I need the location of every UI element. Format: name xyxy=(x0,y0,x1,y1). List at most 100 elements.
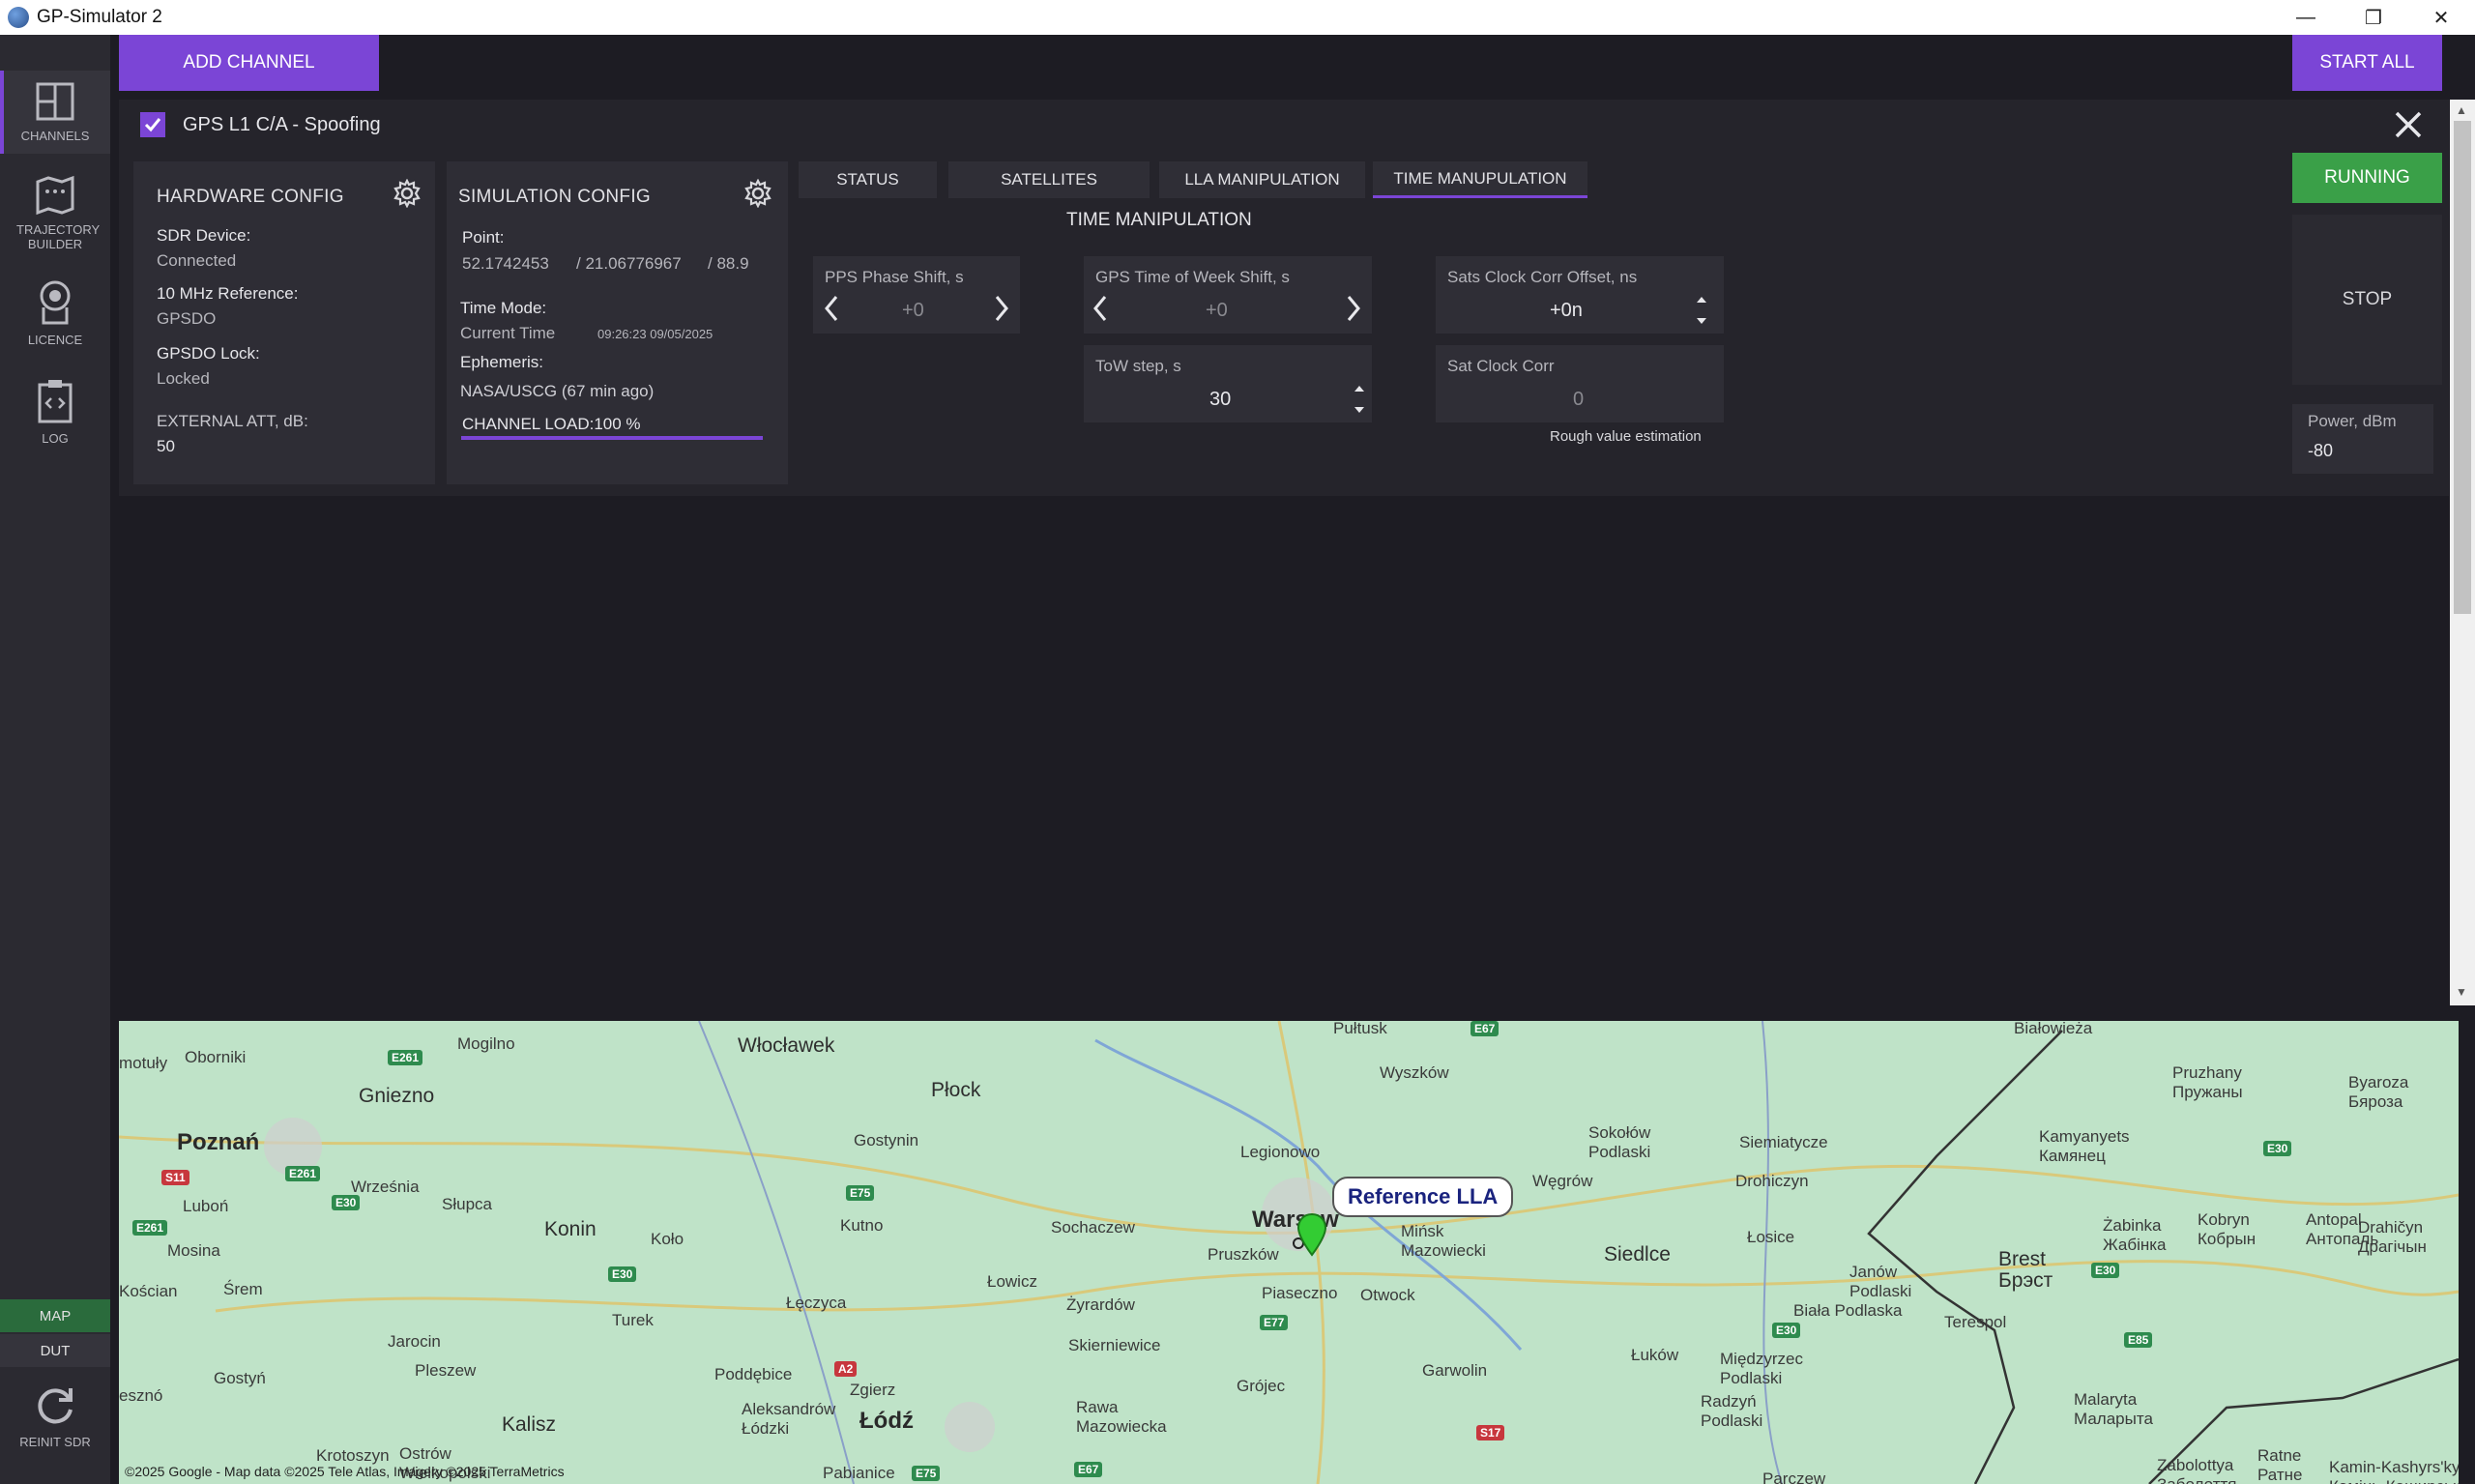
ephemeris-label: Ephemeris: xyxy=(460,353,543,371)
map-city-label: Słupca xyxy=(442,1195,492,1213)
channel-load-label: CHANNEL LOAD:100 % xyxy=(462,415,641,433)
map-city-label: Kutno xyxy=(840,1216,884,1235)
map-road-shield: E261 xyxy=(285,1166,321,1181)
tab-status[interactable]: STATUS xyxy=(799,161,937,198)
map-city-label: esznó xyxy=(119,1386,163,1405)
gear-icon[interactable] xyxy=(393,179,422,208)
map-city-label: Koło xyxy=(651,1230,684,1248)
map-road-shield: E261 xyxy=(132,1220,168,1236)
map-road-shield: S11 xyxy=(161,1170,189,1185)
sat-clock-corr-label: Sat Clock Corr xyxy=(1447,357,1555,375)
spinner-arrows-icon[interactable] xyxy=(1695,291,1708,330)
map-city-label: Brest Брэст xyxy=(1998,1248,2053,1292)
map-city-label: Sochaczew xyxy=(1051,1218,1135,1237)
sidebar-item-channels[interactable]: CHANNELS xyxy=(0,71,110,154)
reference-marker-icon[interactable] xyxy=(1289,1210,1331,1268)
add-channel-button[interactable]: ADD CHANNEL xyxy=(119,35,379,91)
map-city-label: Łowicz xyxy=(987,1272,1037,1291)
checkmark-icon xyxy=(144,118,161,132)
map-city-label: Pabianice xyxy=(823,1464,895,1482)
vertical-scrollbar[interactable]: ▲ ▼ xyxy=(2450,100,2475,1005)
map-toggle-button[interactable]: MAP xyxy=(0,1299,110,1332)
map-road-shield: E261 xyxy=(388,1050,423,1065)
sat-clock-corr-field: Sat Clock Corr 0 xyxy=(1436,345,1724,422)
map-road-shield: E30 xyxy=(2263,1141,2292,1156)
spinner-arrows-icon[interactable] xyxy=(1353,380,1366,419)
window-controls: — ❐ ✕ xyxy=(2272,0,2475,35)
tow-step-value[interactable]: 30 xyxy=(1209,389,1231,411)
map-view[interactable]: Poznań Warsaw Łódź Konin Płock Siedlce B… xyxy=(119,1021,2459,1484)
sidebar-item-log[interactable]: LOG xyxy=(0,375,110,481)
sats-clock-offset-value[interactable]: +0n xyxy=(1550,300,1583,322)
map-road-shield: E67 xyxy=(1074,1462,1103,1477)
tab-time-manipulation[interactable]: TIME MANUPULATION xyxy=(1373,161,1587,198)
map-city-label: motuły xyxy=(119,1054,168,1072)
time-mode-label: Time Mode: xyxy=(460,299,547,317)
dut-toggle-button[interactable]: DUT xyxy=(0,1334,110,1367)
hardware-config-title: HARDWARE CONFIG xyxy=(157,187,344,207)
map-city-label: Kobryn Кобрын xyxy=(2198,1210,2257,1248)
close-window-button[interactable]: ✕ xyxy=(2407,0,2475,35)
map-road-shield: E30 xyxy=(332,1195,361,1210)
reinit-sdr-button[interactable]: REINIT SDR xyxy=(0,1379,110,1475)
pps-phase-shift-field: PPS Phase Shift, s +0 xyxy=(813,256,1020,334)
channel-load-track xyxy=(461,436,763,440)
channel-enable-checkbox[interactable] xyxy=(140,112,165,137)
map-city-label: Poddębice xyxy=(714,1365,793,1383)
map-city-label: Siedlce xyxy=(1604,1243,1671,1266)
map-city-label: Skierniewice xyxy=(1068,1336,1161,1354)
gps-tow-shift-value[interactable]: +0 xyxy=(1206,300,1228,322)
tab-lla-manipulation[interactable]: LLA MANIPULATION xyxy=(1159,161,1365,198)
power-value[interactable]: -80 xyxy=(2308,441,2333,461)
map-city-label: Łęczyca xyxy=(786,1294,847,1312)
sidebar-item-label: LICENCE xyxy=(27,333,83,347)
sidebar-item-licence[interactable]: LICENCE xyxy=(0,276,110,383)
map-city-label: Łuków xyxy=(1631,1346,1679,1364)
gpsdo-lock-value: Locked xyxy=(157,369,210,388)
scroll-down-icon[interactable]: ▼ xyxy=(2456,985,2467,999)
scroll-thumb[interactable] xyxy=(2454,121,2471,614)
simulation-config-title: SIMULATION CONFIG xyxy=(458,187,651,207)
map-city-label: Gostynin xyxy=(854,1131,919,1149)
gear-icon[interactable] xyxy=(743,179,772,208)
chevron-right-icon[interactable] xyxy=(1343,293,1364,324)
badge-icon xyxy=(40,280,71,325)
map-city-label: Radzyń Podlaski xyxy=(1701,1392,1763,1430)
point-longitude: / 21.06776967 xyxy=(576,254,682,273)
tow-step-field: ToW step, s 30 xyxy=(1084,345,1372,422)
restore-button[interactable]: ❐ xyxy=(2340,0,2407,35)
map-city-label: Węgrów xyxy=(1532,1172,1593,1190)
chevron-right-icon[interactable] xyxy=(991,293,1012,324)
map-city-label: Otwock xyxy=(1360,1286,1415,1304)
chevron-left-icon[interactable] xyxy=(821,293,842,324)
map-road-shield: E75 xyxy=(912,1466,941,1481)
sats-clock-offset-label: Sats Clock Corr Offset, ns xyxy=(1447,268,1638,286)
map-city-label: Gostyń xyxy=(214,1369,266,1387)
external-att-value: 50 xyxy=(157,437,175,455)
pps-phase-shift-value[interactable]: +0 xyxy=(902,300,924,322)
scroll-up-icon[interactable]: ▲ xyxy=(2456,103,2467,117)
start-all-button[interactable]: START ALL xyxy=(2292,35,2442,91)
map-city-label: Terespol xyxy=(1944,1313,2007,1331)
channel-body: HARDWARE CONFIG SDR Device: Connected 10… xyxy=(119,150,2449,496)
simulation-config-panel: SIMULATION CONFIG Point: 52.1742453 / 21… xyxy=(447,161,788,484)
map-city-label: Rawa Mazowiecka xyxy=(1076,1398,1167,1436)
map-city-label: Kalisz xyxy=(502,1413,557,1436)
tab-satellites[interactable]: SATELLITES xyxy=(948,161,1150,198)
map-road-shield: A2 xyxy=(834,1361,858,1377)
close-channel-icon[interactable] xyxy=(2393,109,2424,140)
running-status-button[interactable]: RUNNING xyxy=(2292,153,2442,203)
map-city-label: Luboń xyxy=(183,1197,229,1215)
reference-lla-callout: Reference LLA xyxy=(1332,1177,1514,1217)
map-city-label: Płock xyxy=(931,1079,981,1101)
chevron-left-icon[interactable] xyxy=(1090,293,1111,324)
stop-button[interactable]: STOP xyxy=(2292,215,2442,385)
time-mode-value: Current Time xyxy=(460,324,556,342)
sidebar-item-trajectory-builder[interactable]: TRAJECTORY BUILDER xyxy=(0,170,110,267)
map-city-label: Ratne Ратне xyxy=(2257,1446,2303,1484)
map-city-label: Krotoszyn xyxy=(316,1446,390,1465)
map-city-label: Mosina xyxy=(167,1241,220,1260)
sats-clock-offset-field: Sats Clock Corr Offset, ns +0n xyxy=(1436,256,1724,334)
map-city-label: Pułtusk xyxy=(1333,1021,1387,1037)
minimize-button[interactable]: — xyxy=(2272,0,2340,35)
